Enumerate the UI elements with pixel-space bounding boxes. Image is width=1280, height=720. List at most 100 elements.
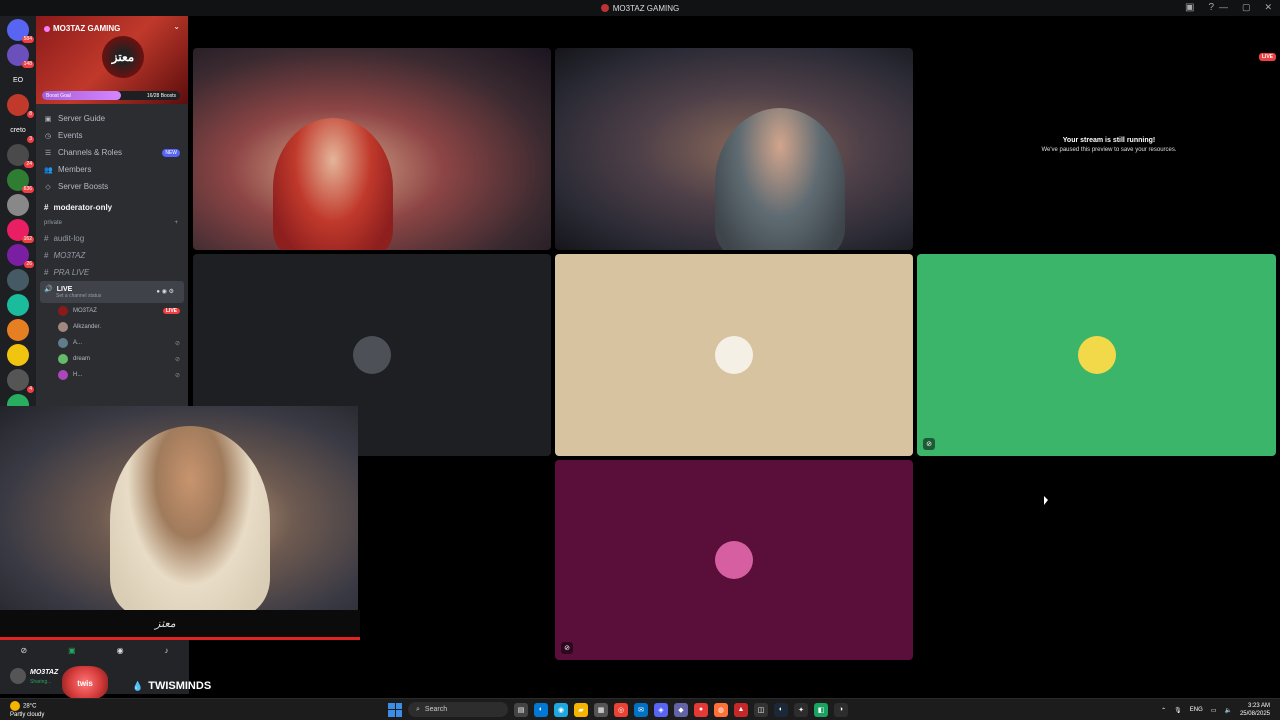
- user-avatar: [715, 336, 753, 374]
- help-icon[interactable]: ?: [1208, 2, 1214, 13]
- server-banner[interactable]: MO3TAZ GAMING ⌄ معتز Boost Goal 16/28 Bo…: [36, 16, 188, 104]
- member-name: A...: [73, 340, 83, 346]
- nav-icon: ◇: [45, 183, 51, 191]
- taskbar-app-icon[interactable]: ▤: [514, 702, 528, 717]
- person-silhouette: [273, 118, 393, 250]
- channel-name: moderator-only: [53, 203, 113, 212]
- chevron-down-icon[interactable]: ⌄: [173, 22, 180, 31]
- video-tile-avatar-2[interactable]: [555, 254, 913, 456]
- channel-name: PRA LIVE: [53, 268, 90, 277]
- taskbar-app-icon[interactable]: ✉: [634, 702, 648, 717]
- server-icon[interactable]: 8: [7, 94, 34, 118]
- channel-name: MO3TAZ: [53, 251, 86, 260]
- category-private[interactable]: private +: [36, 216, 188, 230]
- voice-channel-live[interactable]: 🔊 LIVE Set a channel status ● ◉ ⚙: [40, 281, 184, 303]
- search-label: Search: [424, 706, 448, 713]
- person-silhouette: [110, 426, 270, 610]
- search-icon: ⌕: [416, 705, 420, 713]
- avatar[interactable]: [10, 668, 26, 684]
- taskbar-app-icon[interactable]: ◫: [754, 702, 768, 717]
- taskbar-app-icon[interactable]: ◍: [714, 702, 728, 717]
- server-icon[interactable]: EO: [7, 69, 29, 91]
- nav-item-channels-roles[interactable]: ☰ Channels & Roles NEW: [44, 144, 188, 161]
- voice-member[interactable]: H... ⊘: [36, 367, 188, 383]
- voice-member[interactable]: Alkzander.: [36, 319, 188, 335]
- server-banner-logo: معتز: [102, 36, 144, 78]
- streamer-signature: معتز: [155, 618, 176, 630]
- taskbar-app-icon[interactable]: ◎: [614, 702, 628, 717]
- channel-item[interactable]: # MO3TAZ: [36, 247, 188, 264]
- muted-mic-icon: ⊘: [174, 340, 180, 347]
- server-icon[interactable]: [7, 319, 29, 341]
- server-icon[interactable]: [7, 269, 29, 291]
- video-tile-camera-1[interactable]: [193, 48, 551, 250]
- volume-icon[interactable]: 🔈: [1224, 707, 1231, 714]
- server-icon[interactable]: creto 3: [7, 119, 34, 143]
- clock[interactable]: 3:23 AM 25/08/2025: [1240, 702, 1270, 718]
- twisminds-tag: 💧 TWISMINDS: [132, 680, 211, 692]
- taskbar-app-icon[interactable]: ◑: [834, 702, 848, 717]
- voice-member[interactable]: dream ⊘: [36, 351, 188, 367]
- video-tile-avatar-4[interactable]: ⊘: [555, 460, 913, 660]
- nav-label: Members: [58, 165, 92, 174]
- server-icon[interactable]: 162: [7, 219, 34, 243]
- server-icon[interactable]: [7, 194, 29, 216]
- nav-item-members[interactable]: 👥 Members: [44, 161, 188, 178]
- channel-actions[interactable]: ● ◉ ⚙: [156, 288, 174, 295]
- inbox-icon[interactable]: ▣: [1185, 2, 1194, 13]
- server-icon[interactable]: 148: [7, 44, 34, 68]
- taskbar-app-icon[interactable]: ◧: [814, 702, 828, 717]
- add-channel-icon[interactable]: +: [174, 220, 178, 226]
- maximize-button[interactable]: ▢: [1242, 2, 1251, 13]
- nav-item-server-boosts[interactable]: ◇ Server Boosts: [44, 178, 188, 195]
- taskbar-app-icon[interactable]: ▲: [734, 702, 748, 717]
- taskbar-app-icon[interactable]: ▰: [574, 702, 588, 717]
- server-icon[interactable]: [7, 344, 29, 366]
- avatar: [58, 338, 68, 348]
- start-button[interactable]: [388, 702, 402, 717]
- mic-icon[interactable]: 🎙: [1174, 707, 1182, 714]
- boost-goal-bar[interactable]: Boost Goal 16/28 Boosts: [42, 91, 180, 100]
- server-icon[interactable]: 636: [7, 169, 34, 193]
- server-icon[interactable]: [7, 294, 29, 316]
- mention-badge: 26: [24, 261, 34, 268]
- hash-icon: #: [44, 203, 49, 212]
- video-tile-avatar-3[interactable]: ⊘: [917, 254, 1276, 456]
- server-icon[interactable]: 26: [7, 244, 34, 268]
- channel-item[interactable]: # PRA LIVE: [36, 264, 188, 281]
- video-tile-camera-2[interactable]: [555, 48, 913, 250]
- weather-widget[interactable]: 28°C Partly cloudy: [10, 701, 44, 719]
- activity-icon[interactable]: ◉: [117, 646, 124, 655]
- soundboard-icon[interactable]: ♪: [165, 646, 169, 655]
- voice-member[interactable]: A... ⊘: [36, 335, 188, 351]
- network-icon[interactable]: ▭: [1211, 707, 1217, 714]
- speaker-icon: 🔊: [44, 286, 53, 293]
- live-badge: LIVE: [1258, 53, 1276, 61]
- nav-item-server-guide[interactable]: ▣ Server Guide: [44, 110, 188, 127]
- taskbar-app-icon[interactable]: ✦: [794, 702, 808, 717]
- taskbar-app-icon[interactable]: ◆: [674, 702, 688, 717]
- channel-item[interactable]: # audit-log: [36, 230, 188, 247]
- language-indicator[interactable]: ENG: [1190, 707, 1203, 713]
- channel-moderator-only[interactable]: # moderator-only: [36, 199, 188, 216]
- camera-off-icon[interactable]: ⊘: [20, 646, 27, 655]
- screen: MO3TAZ GAMING ▣ ? — ▢ ✕ 584 148 EO 8 creto 3 2…: [0, 0, 1280, 720]
- taskbar-app-icon[interactable]: ◐: [774, 702, 788, 717]
- taskbar-app-icon[interactable]: ◈: [654, 702, 668, 717]
- taskbar-app-icon[interactable]: ▦: [594, 702, 608, 717]
- taskbar-app-icon[interactable]: ◉: [554, 702, 568, 717]
- member-name: Alkzander.: [73, 324, 102, 330]
- server-icon[interactable]: 584: [7, 19, 34, 43]
- taskbar-search[interactable]: ⌕ Search: [408, 702, 508, 717]
- minimize-button[interactable]: —: [1219, 2, 1228, 13]
- close-button[interactable]: ✕: [1264, 2, 1272, 13]
- server-icon[interactable]: 4: [7, 369, 34, 393]
- taskbar-app-icon[interactable]: ◐: [534, 702, 548, 717]
- nav-item-events[interactable]: ◷ Events: [44, 127, 188, 144]
- tray-chevron-icon[interactable]: ⌃: [1161, 707, 1166, 714]
- server-icon[interactable]: 24: [7, 144, 34, 168]
- voice-member[interactable]: MO3TAZ LIVE: [36, 303, 188, 319]
- taskbar-app-icon[interactable]: ●: [694, 702, 708, 717]
- screen-share-icon[interactable]: ▣: [68, 646, 76, 655]
- server-header[interactable]: MO3TAZ GAMING: [44, 24, 120, 33]
